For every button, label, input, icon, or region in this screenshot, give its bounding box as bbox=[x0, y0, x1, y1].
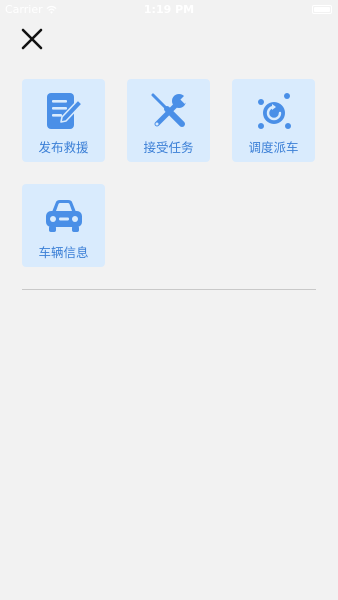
menu-tile-vehicle-info[interactable]: 车辆信息 bbox=[22, 184, 105, 267]
divider bbox=[22, 289, 316, 290]
menu-tile-label: 发布救援 bbox=[38, 140, 89, 155]
close-button[interactable] bbox=[17, 24, 47, 54]
menu-tile-accept-task[interactable]: 接受任务 bbox=[127, 79, 210, 162]
car-icon bbox=[46, 200, 82, 232]
menu-tile-publish-rescue[interactable]: 发布救援 bbox=[22, 79, 105, 162]
status-time: 1:19 PM bbox=[143, 3, 195, 16]
dispatch-icon bbox=[258, 93, 291, 129]
menu-tile-label: 接受任务 bbox=[143, 140, 194, 155]
close-icon bbox=[21, 28, 43, 50]
edit-document-icon bbox=[47, 93, 83, 129]
battery-icon bbox=[312, 5, 332, 14]
tools-icon bbox=[151, 93, 190, 127]
menu-tile-label: 调度派车 bbox=[248, 140, 299, 155]
status-bar: Carrier 1:19 PM bbox=[0, 0, 338, 20]
menu-tile-dispatch-vehicle[interactable]: 调度派车 bbox=[232, 79, 315, 162]
menu-tile-label: 车辆信息 bbox=[38, 245, 89, 260]
